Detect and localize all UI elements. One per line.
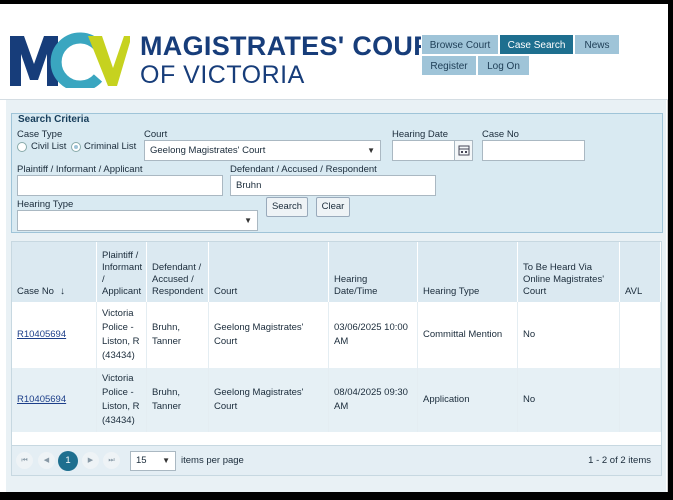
case-no-label: Case No bbox=[482, 129, 519, 140]
page-size-select[interactable]: 15 ▼ bbox=[130, 451, 176, 471]
table-row[interactable]: R10405694 Victoria Police - Liston, R (4… bbox=[12, 302, 661, 368]
nav-news[interactable]: News bbox=[574, 34, 620, 55]
chevron-left-icon: ◀ bbox=[43, 457, 50, 464]
col-header-case-no[interactable]: Case No ↓ bbox=[12, 242, 97, 302]
col-header-hearing-date[interactable]: Hearing Date/Time bbox=[329, 242, 418, 302]
prev-page-button[interactable]: ◀ bbox=[38, 452, 55, 469]
arrow-down-icon: ↓ bbox=[59, 286, 65, 297]
table-row[interactable]: R10405694 Victoria Police - Liston, R (4… bbox=[12, 368, 661, 432]
search-criteria-title: Search Criteria bbox=[18, 114, 90, 125]
first-page-icon: ⏮ bbox=[21, 457, 28, 464]
civil-list-label[interactable]: Civil List bbox=[31, 141, 66, 152]
online-cell: No bbox=[518, 302, 620, 368]
court-select[interactable]: Geelong Magistrates' Court ▼ bbox=[144, 140, 381, 161]
results-grid: Case No ↓ Plaintiff / Informant / Applic… bbox=[11, 241, 662, 476]
page-button-current[interactable]: 1 bbox=[58, 451, 78, 471]
defendant-cell: Bruhn, Tanner bbox=[147, 302, 209, 368]
next-page-button[interactable]: ▶ bbox=[82, 452, 99, 469]
defendant-label: Defendant / Accused / Respondent bbox=[230, 164, 377, 175]
online-cell: No bbox=[518, 368, 620, 432]
hearing-date-input[interactable] bbox=[392, 140, 473, 161]
caret-down-icon: ▼ bbox=[367, 146, 375, 155]
case-type-label: Case Type bbox=[17, 129, 63, 140]
case-no-header-label: Case No bbox=[17, 286, 54, 297]
criminal-list-radio[interactable] bbox=[71, 142, 81, 152]
civil-list-radio[interactable] bbox=[17, 142, 27, 152]
browser-page: MAGISTRATES' COURT OF VICTORIA Browse Co… bbox=[0, 4, 668, 492]
pager-summary: 1 - 2 of 2 items bbox=[588, 455, 651, 466]
hearing-date-cell: 03/06/2025 10:00 AM bbox=[329, 302, 418, 368]
nav-case-search[interactable]: Case Search bbox=[499, 34, 574, 55]
col-header-online[interactable]: To Be Heard Via Online Magistrates' Cour… bbox=[518, 242, 620, 302]
col-header-hearing-type[interactable]: Hearing Type bbox=[418, 242, 518, 302]
last-page-button[interactable]: ⏭ bbox=[103, 452, 120, 469]
calendar-button[interactable] bbox=[454, 141, 472, 160]
search-button[interactable]: Search bbox=[266, 197, 308, 217]
case-no-input[interactable] bbox=[482, 140, 585, 161]
hearing-type-select[interactable]: ▼ bbox=[17, 210, 258, 231]
nav-register[interactable]: Register bbox=[421, 55, 477, 76]
criminal-list-label[interactable]: Criminal List bbox=[84, 141, 136, 152]
nav-log-on[interactable]: Log On bbox=[477, 55, 530, 76]
avl-cell bbox=[620, 368, 661, 432]
hearing-type-cell: Application bbox=[418, 368, 518, 432]
items-per-page-label: items per page bbox=[181, 455, 244, 466]
caret-down-icon: ▼ bbox=[244, 216, 252, 225]
court-select-value: Geelong Magistrates' Court bbox=[150, 145, 266, 156]
defendant-input[interactable]: Bruhn bbox=[230, 175, 436, 196]
plaintiff-input[interactable] bbox=[17, 175, 223, 196]
hearing-date-cell: 08/04/2025 09:30 AM bbox=[329, 368, 418, 432]
nav-browse-court[interactable]: Browse Court bbox=[421, 34, 499, 55]
court-cell: Geelong Magistrates' Court bbox=[209, 368, 329, 432]
court-cell: Geelong Magistrates' Court bbox=[209, 302, 329, 368]
main-panel: Search Criteria Case Type Civil List Cri… bbox=[6, 100, 666, 492]
col-header-plaintiff[interactable]: Plaintiff / Informant / Applicant bbox=[97, 242, 147, 302]
hearing-type-label: Hearing Type bbox=[17, 199, 74, 210]
brand-subtitle: OF VICTORIA bbox=[140, 61, 305, 89]
plaintiff-cell: Victoria Police - Liston, R (43434) bbox=[97, 302, 147, 368]
pager: ⏮ ◀ 1 ▶ ⏭ 15 ▼ items per page 1 - 2 of 2… bbox=[12, 445, 661, 475]
page-size-value: 15 bbox=[136, 455, 147, 466]
defendant-cell: Bruhn, Tanner bbox=[147, 368, 209, 432]
last-page-icon: ⏭ bbox=[108, 457, 115, 464]
site-header: MAGISTRATES' COURT OF VICTORIA Browse Co… bbox=[0, 4, 668, 100]
case-no-link[interactable]: R10405694 bbox=[17, 393, 66, 407]
brand-title: MAGISTRATES' COURT bbox=[140, 31, 450, 61]
clear-button[interactable]: Clear bbox=[316, 197, 350, 217]
plaintiff-cell: Victoria Police - Liston, R (43434) bbox=[97, 368, 147, 432]
avl-cell bbox=[620, 302, 661, 368]
col-header-defendant[interactable]: Defendant / Accused / Respondent bbox=[147, 242, 209, 302]
hearing-date-label: Hearing Date bbox=[392, 129, 448, 140]
mcv-logo[interactable] bbox=[10, 32, 130, 88]
case-no-link[interactable]: R10405694 bbox=[17, 328, 66, 342]
court-label: Court bbox=[144, 129, 168, 140]
first-page-button[interactable]: ⏮ bbox=[16, 452, 33, 469]
hearing-type-cell: Committal Mention bbox=[418, 302, 518, 368]
chevron-right-icon: ▶ bbox=[87, 457, 94, 464]
calendar-icon bbox=[458, 145, 470, 156]
search-criteria-box: Search Criteria Case Type Civil List Cri… bbox=[11, 113, 663, 233]
col-header-avl[interactable]: AVL bbox=[620, 242, 661, 302]
caret-down-icon: ▼ bbox=[162, 456, 170, 465]
col-header-court[interactable]: Court bbox=[209, 242, 329, 302]
plaintiff-label: Plaintiff / Informant / Applicant bbox=[17, 164, 143, 175]
